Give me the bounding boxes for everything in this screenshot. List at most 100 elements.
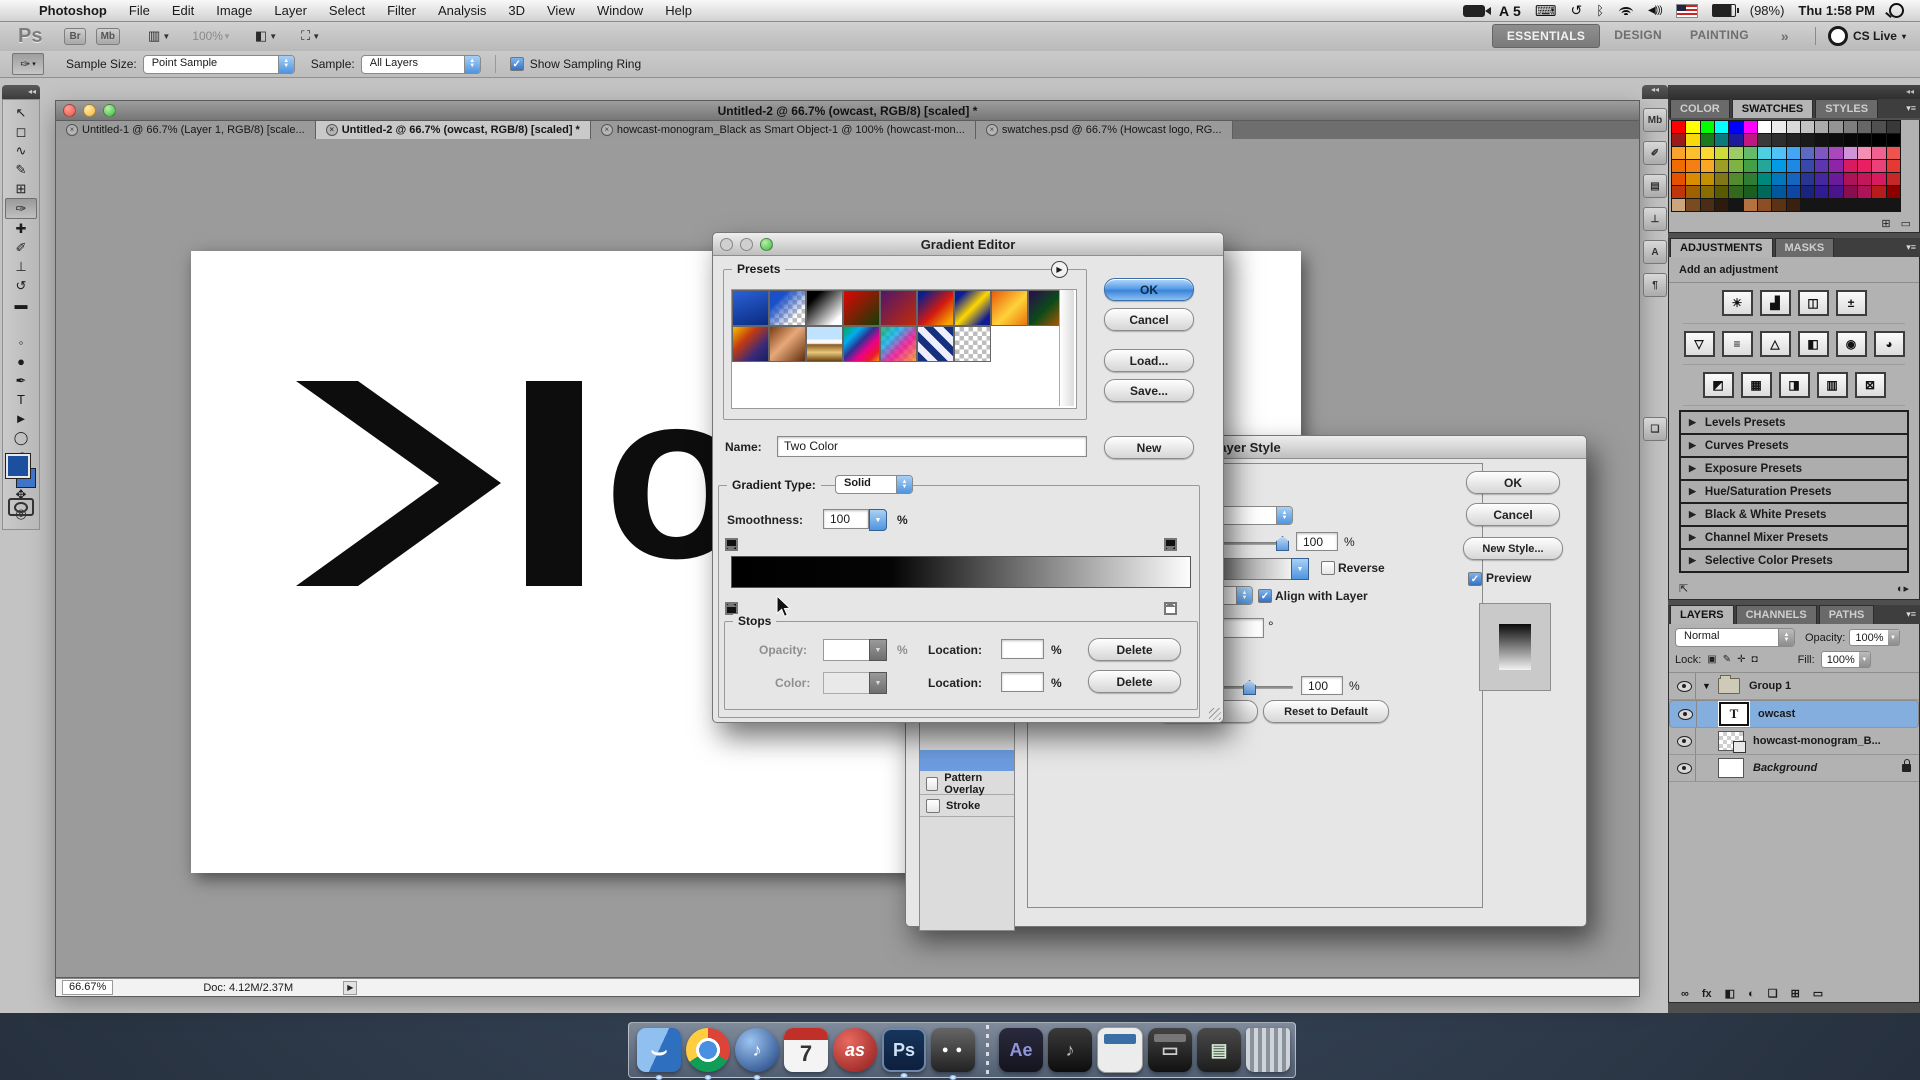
view-extras-icon[interactable]: ▥ — [148, 28, 160, 44]
bridge-button[interactable]: Br — [64, 27, 86, 45]
color-swatch[interactable] — [1843, 160, 1858, 172]
color-swatch[interactable] — [1743, 186, 1757, 198]
color-swatch[interactable] — [1729, 160, 1743, 172]
gradient-preset[interactable] — [843, 290, 880, 326]
color-swatch[interactable] — [1800, 134, 1815, 146]
align-with-layer-checkbox[interactable] — [1258, 589, 1272, 603]
brush-tool[interactable]: ✐ — [6, 238, 36, 257]
layer-group-icon[interactable]: ❏ — [1768, 987, 1778, 1000]
menu-item[interactable]: Select — [318, 0, 376, 21]
color-swatch[interactable] — [1872, 134, 1886, 146]
status-flyout-button[interactable]: ▶ — [343, 980, 358, 995]
blur-tool[interactable]: ◦ — [6, 333, 36, 352]
menu-item[interactable]: Layer — [263, 0, 318, 21]
color-swatch[interactable] — [1858, 186, 1872, 198]
menu-item[interactable]: 3D — [497, 0, 536, 21]
gradient-preset[interactable] — [954, 326, 991, 362]
selected-style-row[interactable] — [920, 750, 1014, 771]
foreground-background-colors[interactable] — [5, 453, 36, 488]
color-swatch[interactable] — [1829, 186, 1843, 198]
dock-separator[interactable] — [980, 1025, 994, 1075]
panel-menu-icon[interactable]: ▾≡ — [1906, 609, 1916, 620]
doc-tab[interactable]: × swatches.psd @ 66.7% (Howcast logo, RG… — [975, 121, 1233, 139]
lock-all-icon[interactable]: ◘ — [1752, 654, 1758, 665]
expand-arrow-icon[interactable]: ▶ — [1689, 555, 1696, 566]
color-swatch[interactable] — [1815, 121, 1829, 133]
style-checkbox[interactable] — [926, 776, 939, 791]
quick-mask-button[interactable] — [8, 498, 34, 516]
layer-thumbnail[interactable]: T — [1718, 701, 1750, 727]
color-swatch[interactable] — [1886, 147, 1900, 159]
blend-mode-select[interactable]: Normal ▲ ▼ — [1675, 628, 1795, 647]
preset-row[interactable]: ▶ Exposure Presets — [1681, 458, 1907, 481]
new-style-button[interactable]: New Style... — [1463, 537, 1563, 560]
color-swatch[interactable] — [1714, 199, 1729, 211]
gradient-preset[interactable] — [991, 290, 1028, 326]
color-swatch[interactable] — [1672, 121, 1686, 133]
fill-field[interactable]: 100% ▼ — [1820, 651, 1871, 668]
gradient-preset[interactable] — [806, 290, 843, 326]
tab-close-icon[interactable]: × — [985, 124, 998, 136]
color-swatch[interactable] — [1743, 121, 1757, 133]
color-swatch[interactable] — [1858, 160, 1872, 172]
layer-visibility-icon[interactable] — [1676, 735, 1692, 747]
color-swatch[interactable] — [1815, 134, 1829, 146]
color-swatch[interactable] — [1786, 173, 1800, 185]
gradient-preview-bar[interactable] — [731, 556, 1191, 588]
stop-location-field2[interactable] — [1001, 672, 1044, 692]
reset-to-default-button[interactable]: Reset to Default — [1263, 700, 1389, 723]
color-swatch[interactable] — [1729, 186, 1743, 198]
color-swatch[interactable] — [1829, 134, 1843, 146]
adjustment-layer-icon[interactable]: ◐ — [1748, 988, 1755, 1000]
layer-visibility-icon[interactable] — [1676, 680, 1692, 692]
color-swatch[interactable] — [1829, 147, 1843, 159]
cs-live-button[interactable]: CS Live ▾ — [1827, 26, 1906, 46]
type-tool[interactable]: T — [6, 390, 36, 409]
panel-tab[interactable]: LAYERS — [1670, 605, 1734, 624]
dock-itunes[interactable]: ♪ — [735, 1028, 779, 1072]
adobe-app-icon[interactable]: A 5 — [1499, 3, 1521, 19]
panel-tab[interactable]: ADJUSTMENTS — [1670, 238, 1773, 257]
invert-icon[interactable]: ◩ — [1702, 372, 1734, 398]
color-swatch[interactable] — [1858, 147, 1872, 159]
delete-layer-icon[interactable]: ▭ — [1813, 987, 1823, 1000]
gradient-preset[interactable] — [880, 290, 917, 326]
gradient-preset[interactable] — [806, 326, 843, 362]
doc-tab[interactable]: × Untitled-1 @ 66.7% (Layer 1, RGB/8) [s… — [56, 121, 316, 139]
preset-row[interactable]: ▶ Selective Color Presets — [1681, 550, 1907, 571]
brush-panel-icon[interactable]: ✐ — [1643, 141, 1667, 165]
color-swatch[interactable] — [1829, 121, 1843, 133]
layer-row[interactable]: ▼ Group 1 — [1669, 673, 1919, 700]
gradient-cancel-button[interactable]: Cancel — [1104, 308, 1194, 331]
us-flag-icon[interactable] — [1675, 3, 1698, 18]
gradient-preset[interactable] — [769, 290, 806, 326]
color-swatch[interactable] — [1800, 173, 1815, 185]
menu-item[interactable]: Image — [205, 0, 263, 21]
dock-trash[interactable] — [1246, 1028, 1290, 1072]
eyedropper-tool[interactable]: ✑ — [5, 198, 37, 219]
sample-size-select[interactable]: Point Sample ▲ ▼ — [142, 54, 295, 74]
color-swatch[interactable] — [1858, 121, 1872, 133]
color-swatch[interactable] — [1886, 186, 1900, 198]
lock-position-icon[interactable]: ✛ — [1737, 654, 1745, 665]
layer-thumbnail[interactable] — [1718, 731, 1746, 753]
gradient-name-field[interactable]: Two Color — [777, 436, 1087, 457]
dock-after-effects[interactable]: Ae — [999, 1028, 1043, 1072]
color-swatch[interactable] — [1743, 134, 1757, 146]
color-swatch[interactable] — [1686, 173, 1700, 185]
preset-row[interactable]: ▶ Black & White Presets — [1681, 504, 1907, 527]
color-swatch[interactable] — [1786, 121, 1800, 133]
color-swatch[interactable] — [1757, 173, 1772, 185]
pen-tool[interactable]: ✒ — [6, 371, 36, 390]
move-tool[interactable]: ↖ — [6, 103, 36, 122]
color-swatch[interactable] — [1686, 199, 1700, 211]
gradient-preset[interactable] — [880, 326, 917, 362]
layer-mask-icon[interactable]: ◧ — [1725, 987, 1735, 1000]
gradient-preset[interactable] — [732, 326, 769, 362]
color-swatch[interactable] — [1800, 147, 1815, 159]
color-swatch[interactable] — [1729, 134, 1743, 146]
panel-tab[interactable]: SWATCHES — [1731, 99, 1814, 118]
expand-arrow-icon[interactable]: ▶ — [1689, 440, 1696, 451]
color-swatch[interactable] — [1772, 121, 1786, 133]
vibrance-icon[interactable]: ▽ — [1683, 331, 1715, 357]
